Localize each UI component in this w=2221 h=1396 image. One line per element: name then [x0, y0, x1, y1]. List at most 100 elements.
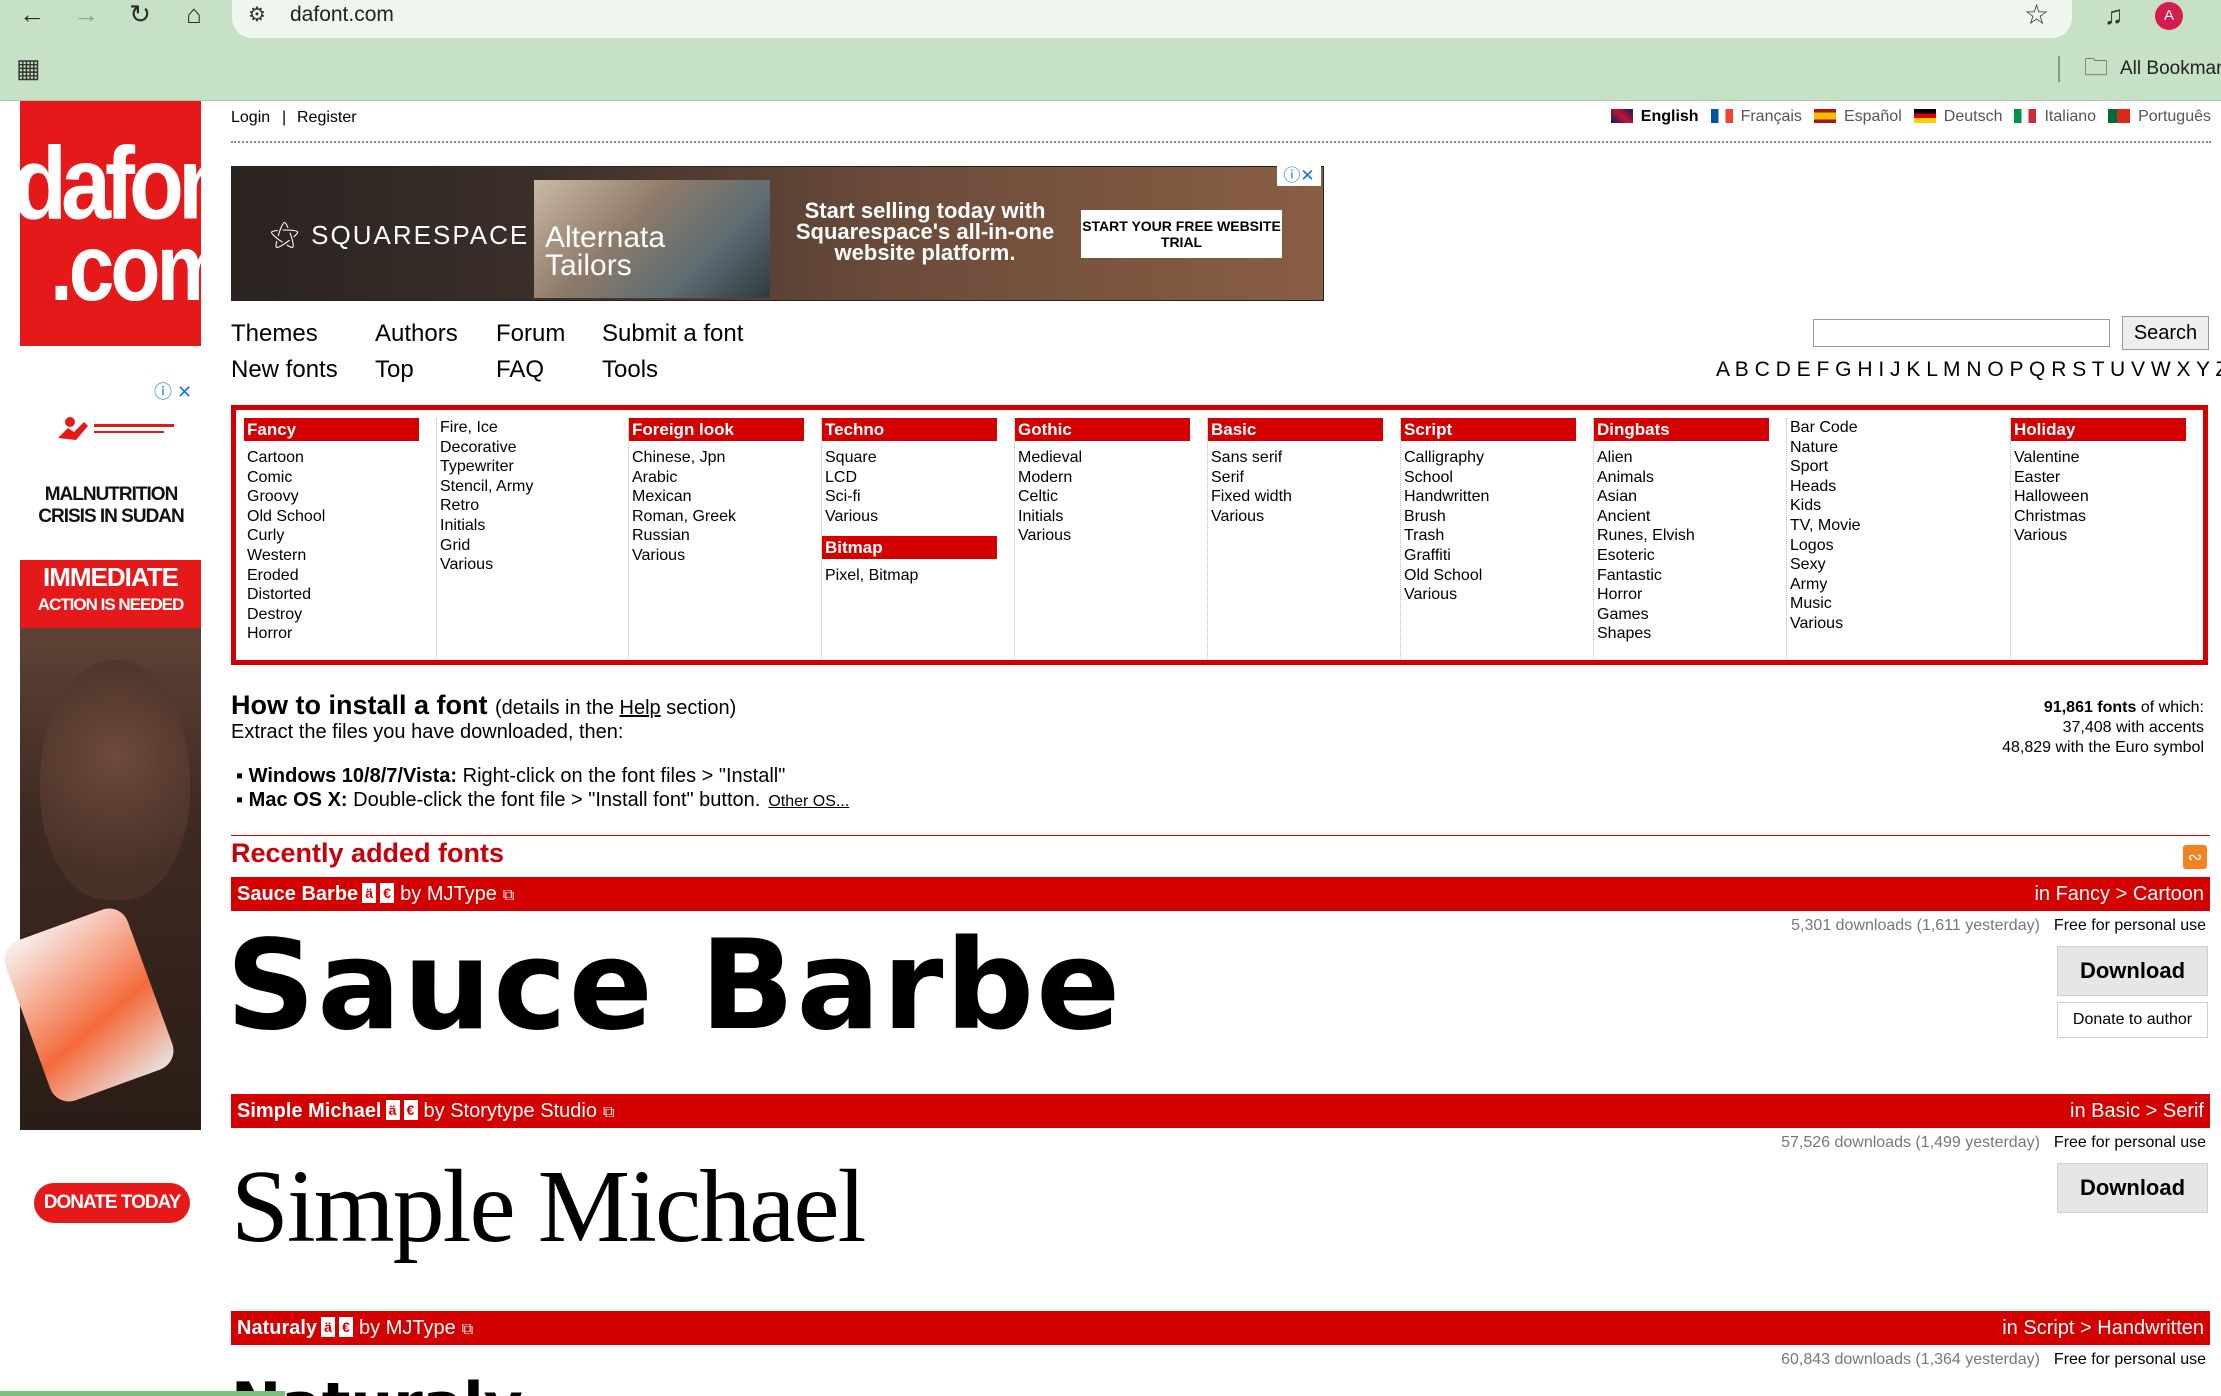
- category-link[interactable]: Handwritten: [1401, 487, 1579, 507]
- category-link[interactable]: Old School: [1401, 566, 1579, 586]
- category-link[interactable]: Western: [244, 546, 422, 566]
- category-heading[interactable]: Holiday: [2011, 418, 2186, 441]
- author-link[interactable]: MJType: [386, 1317, 456, 1339]
- category-link[interactable]: TV, Movie: [1787, 516, 1965, 536]
- download-button[interactable]: Download: [2057, 1163, 2208, 1213]
- alphabet-letter[interactable]: A: [1716, 358, 1729, 381]
- font-preview-sauce-barbe[interactable]: Sauce Barbe: [226, 916, 1122, 1056]
- language-option[interactable]: Français: [1710, 108, 1802, 126]
- category-link[interactable]: Mexican: [629, 487, 807, 507]
- alphabet-letter[interactable]: R: [2051, 358, 2066, 381]
- alphabet-letter[interactable]: G: [1835, 358, 1851, 381]
- alphabet-letter[interactable]: W: [2151, 358, 2171, 381]
- donate-to-author-button[interactable]: Donate to author: [2057, 1002, 2208, 1038]
- alphabet-letter[interactable]: Z: [2216, 358, 2221, 381]
- category-link[interactable]: Shapes: [1594, 624, 1772, 644]
- category-link[interactable]: Chinese, Jpn: [629, 448, 807, 468]
- font-preview-simple-michael[interactable]: Simple Michael: [231, 1148, 866, 1266]
- external-link-icon[interactable]: ⧉: [603, 1104, 614, 1121]
- category-heading[interactable]: Foreign look: [629, 418, 804, 441]
- category-link[interactable]: Decorative: [437, 438, 615, 458]
- category-link[interactable]: Fixed width: [1208, 487, 1386, 507]
- external-link-icon[interactable]: ⧉: [462, 1321, 473, 1338]
- alphabet-letter[interactable]: N: [1966, 358, 1981, 381]
- category-link[interactable]: Runes, Elvish: [1594, 526, 1772, 546]
- category-link[interactable]: Heads: [1787, 477, 1965, 497]
- alphabet-letter[interactable]: V: [2131, 358, 2145, 381]
- license-text[interactable]: Free for personal use: [2054, 917, 2206, 934]
- alphabet-letter[interactable]: P: [2010, 358, 2024, 381]
- category-link[interactable]: Games: [1594, 605, 1772, 625]
- category-link[interactable]: Fire, Ice: [437, 418, 615, 438]
- nav-themes[interactable]: Themes: [231, 320, 318, 348]
- nav-faq[interactable]: FAQ: [496, 356, 544, 384]
- category-link[interactable]: Horror: [1594, 585, 1772, 605]
- dafont-logo[interactable]: dafont .com: [20, 101, 201, 346]
- address-bar[interactable]: [232, 0, 2072, 38]
- category-link[interactable]: Eroded: [244, 566, 422, 586]
- category-link[interactable]: Fantastic: [1594, 566, 1772, 586]
- alphabet-letter[interactable]: H: [1857, 358, 1872, 381]
- font-name-link[interactable]: Naturaly: [237, 1317, 317, 1339]
- category-link[interactable]: Animals: [1594, 468, 1772, 488]
- category-link[interactable]: Sci-fi: [822, 487, 1000, 507]
- category-link[interactable]: School: [1401, 468, 1579, 488]
- alphabet-letter[interactable]: S: [2072, 358, 2086, 381]
- apps-grid-icon[interactable]: ▦: [16, 55, 41, 81]
- category-link[interactable]: Serif: [1208, 468, 1386, 488]
- category-link[interactable]: Trash: [1401, 526, 1579, 546]
- external-link-icon[interactable]: ⧉: [503, 887, 514, 904]
- category-heading[interactable]: Fancy: [244, 418, 419, 441]
- ad-cta-button[interactable]: START YOUR FREE WEBSITE TRIAL: [1081, 210, 1282, 258]
- alphabet-letter[interactable]: L: [1926, 358, 1937, 381]
- back-arrow-icon[interactable]: ←: [14, 0, 50, 30]
- category-heading[interactable]: Basic: [1208, 418, 1383, 441]
- category-heading[interactable]: Dingbats: [1594, 418, 1769, 441]
- category-link[interactable]: Asian: [1594, 487, 1772, 507]
- alphabet-letter[interactable]: K: [1906, 358, 1920, 381]
- nav-submit-font[interactable]: Submit a font: [602, 320, 743, 348]
- category-link[interactable]: Sport: [1787, 457, 1965, 477]
- category-link[interactable]: Horror: [244, 624, 422, 644]
- category-link[interactable]: Groovy: [244, 487, 422, 507]
- license-text[interactable]: Free for personal use: [2054, 1134, 2206, 1151]
- profile-avatar[interactable]: A: [2155, 2, 2183, 30]
- author-link[interactable]: Storytype Studio: [450, 1100, 597, 1122]
- alphabet-letter[interactable]: M: [1943, 358, 1961, 381]
- category-link[interactable]: Various: [2011, 526, 2189, 546]
- language-option[interactable]: Deutsch: [1913, 108, 2002, 126]
- help-link[interactable]: Help: [620, 697, 661, 719]
- category-link[interactable]: Logos: [1787, 536, 1965, 556]
- nav-top[interactable]: Top: [375, 356, 414, 384]
- home-icon[interactable]: ⌂: [176, 0, 212, 30]
- register-link[interactable]: Register: [297, 109, 357, 127]
- category-link[interactable]: Initials: [437, 516, 615, 536]
- category-link[interactable]: Nature: [1787, 438, 1965, 458]
- category-link[interactable]: Easter: [2011, 468, 2189, 488]
- category-link[interactable]: Various: [1401, 585, 1579, 605]
- url-text[interactable]: dafont.com: [290, 0, 394, 30]
- category-link[interactable]: Various: [629, 546, 807, 566]
- nav-forum[interactable]: Forum: [496, 320, 565, 348]
- nav-new-fonts[interactable]: New fonts: [231, 356, 338, 384]
- site-settings-icon[interactable]: ⚙: [248, 4, 270, 26]
- category-heading[interactable]: Bitmap: [822, 536, 997, 560]
- font-category-link[interactable]: in Basic > Serif: [2070, 1094, 2204, 1128]
- language-option[interactable]: Italiano: [2014, 108, 2096, 126]
- forward-arrow-icon[interactable]: →: [68, 0, 104, 30]
- bookmark-star-icon[interactable]: ☆: [2024, 0, 2049, 30]
- alphabet-letter[interactable]: U: [2110, 358, 2125, 381]
- search-input[interactable]: [1813, 319, 2110, 347]
- nav-tools[interactable]: Tools: [602, 356, 658, 384]
- category-link[interactable]: Sans serif: [1208, 448, 1386, 468]
- language-option[interactable]: Español: [1813, 108, 1902, 126]
- search-button[interactable]: Search: [2122, 316, 2209, 350]
- login-link[interactable]: Login: [231, 109, 270, 127]
- rss-feed-icon[interactable]: ∾: [2183, 845, 2207, 869]
- alphabet-letter[interactable]: C: [1755, 358, 1770, 381]
- other-os-link[interactable]: Other OS...: [768, 793, 849, 810]
- category-link[interactable]: Kids: [1787, 496, 1965, 516]
- font-name-link[interactable]: Simple Michael: [237, 1100, 382, 1122]
- category-link[interactable]: Russian: [629, 526, 807, 546]
- category-link[interactable]: Comic: [244, 468, 422, 488]
